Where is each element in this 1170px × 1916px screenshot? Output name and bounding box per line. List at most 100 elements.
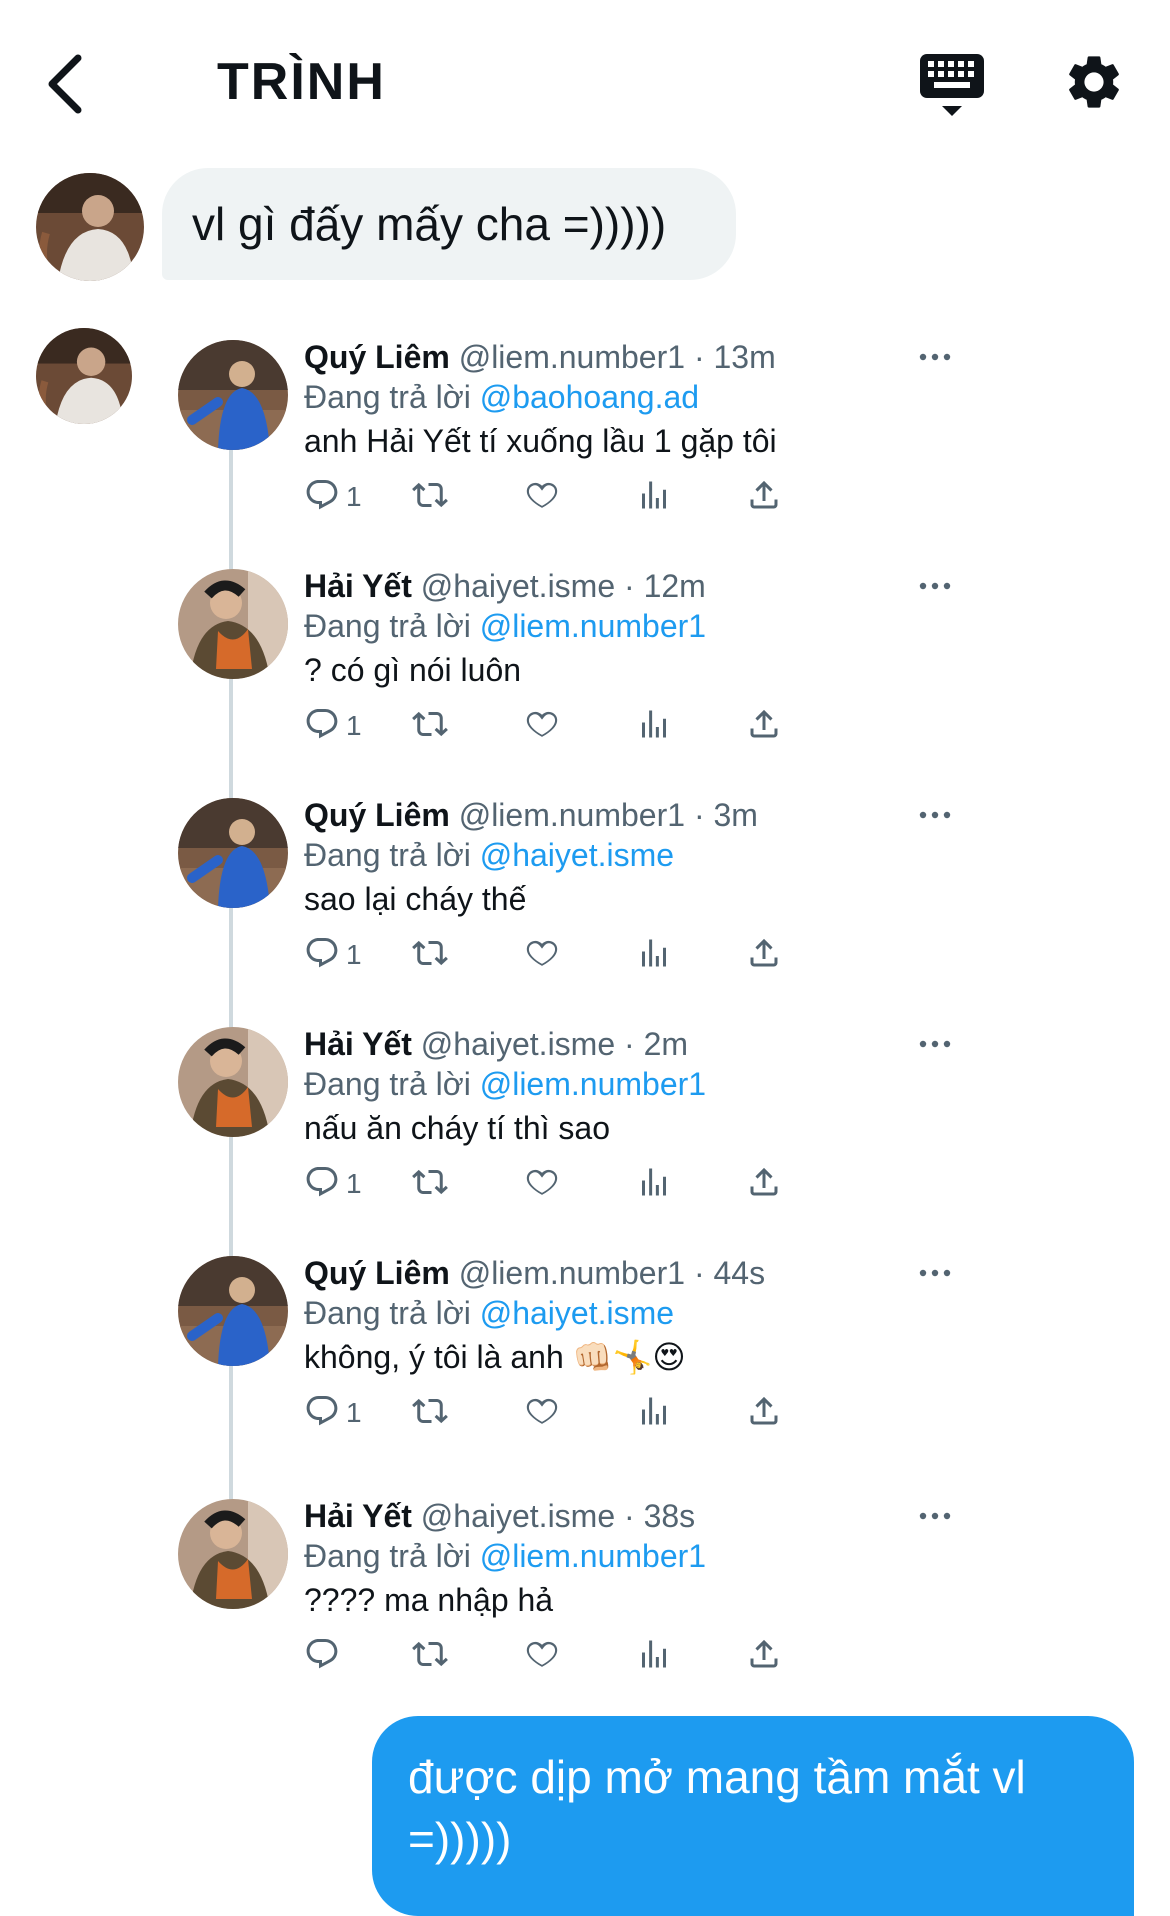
more-options-button[interactable] bbox=[918, 1034, 952, 1054]
sender-avatar[interactable] bbox=[36, 173, 144, 281]
author-name[interactable]: Hải Yết bbox=[304, 568, 412, 604]
settings-button[interactable] bbox=[1062, 50, 1126, 114]
replying-to-mention[interactable]: @haiyet.isme bbox=[480, 837, 674, 873]
share-button[interactable] bbox=[746, 1393, 782, 1433]
back-button[interactable] bbox=[40, 50, 100, 120]
author-handle[interactable]: @liem.number1 bbox=[459, 339, 685, 375]
more-options-button[interactable] bbox=[918, 347, 952, 367]
like-button[interactable] bbox=[524, 1164, 560, 1204]
share-button[interactable] bbox=[746, 477, 782, 517]
separator: · bbox=[615, 1026, 644, 1062]
more-options-button[interactable] bbox=[918, 1506, 952, 1526]
views-button[interactable] bbox=[636, 935, 672, 975]
incoming-message[interactable]: vl gì đấy mấy cha =))))) bbox=[162, 168, 736, 280]
replying-to-mention[interactable]: @liem.number1 bbox=[480, 608, 706, 644]
replying-to-mention[interactable]: @haiyet.isme bbox=[480, 1295, 674, 1331]
reply-button[interactable]: 1 bbox=[304, 935, 362, 975]
retweet-button[interactable] bbox=[412, 706, 448, 746]
retweet-button[interactable] bbox=[412, 477, 448, 517]
tweet[interactable]: Hải Yết @haiyet.isme · 38s Đang trả lời @… bbox=[170, 1496, 970, 1724]
tweet-author-avatar[interactable] bbox=[178, 1027, 288, 1137]
heart-icon bbox=[524, 935, 560, 976]
tweet-author-avatar[interactable] bbox=[178, 569, 288, 679]
replying-to-mention[interactable]: @liem.number1 bbox=[480, 1538, 706, 1574]
author-handle[interactable]: @haiyet.isme bbox=[421, 1026, 615, 1062]
more-options-button[interactable] bbox=[918, 805, 952, 825]
reply-button[interactable]: 1 bbox=[304, 477, 362, 517]
tweet-text: ???? ma nhập hả bbox=[304, 1582, 554, 1618]
replying-to-label: Đang trả lời bbox=[304, 608, 480, 644]
bar-chart-icon bbox=[636, 1636, 672, 1677]
views-button[interactable] bbox=[636, 477, 672, 517]
tweet-time[interactable]: 44s bbox=[713, 1255, 765, 1291]
more-options-button[interactable] bbox=[918, 576, 952, 596]
views-button[interactable] bbox=[636, 706, 672, 746]
like-button[interactable] bbox=[524, 477, 560, 517]
author-name[interactable]: Quý Liêm bbox=[304, 1255, 450, 1291]
author-name[interactable]: Quý Liêm bbox=[304, 797, 450, 833]
tweet-author-avatar[interactable] bbox=[178, 340, 288, 450]
sender-avatar-small[interactable] bbox=[36, 328, 132, 424]
views-button[interactable] bbox=[636, 1636, 672, 1676]
heart-icon bbox=[524, 706, 560, 747]
author-handle[interactable]: @liem.number1 bbox=[459, 1255, 685, 1291]
reply-count: 1 bbox=[346, 939, 362, 970]
share-button[interactable] bbox=[746, 935, 782, 975]
more-options-button[interactable] bbox=[918, 1263, 952, 1283]
author-handle[interactable]: @haiyet.isme bbox=[421, 1498, 615, 1534]
separator: · bbox=[615, 568, 644, 604]
author-name[interactable]: Quý Liêm bbox=[304, 339, 450, 375]
tweet[interactable]: Quý Liêm @liem.number1 · 44s Đang trả lời… bbox=[170, 1253, 970, 1481]
tweet-time[interactable]: 3m bbox=[713, 797, 757, 833]
tweet[interactable]: Hải Yết @haiyet.isme · 12m Đang trả lời @… bbox=[170, 566, 970, 794]
retweet-button[interactable] bbox=[412, 935, 448, 975]
views-button[interactable] bbox=[636, 1164, 672, 1204]
reply-icon bbox=[304, 477, 340, 518]
tweet-actions: 1 bbox=[304, 477, 804, 517]
replying-to-mention[interactable]: @liem.number1 bbox=[480, 1066, 706, 1102]
retweet-button[interactable] bbox=[412, 1393, 448, 1433]
tweet-author-avatar[interactable] bbox=[178, 1499, 288, 1609]
share-button[interactable] bbox=[746, 1636, 782, 1676]
tweet-author-avatar[interactable] bbox=[178, 798, 288, 908]
author-name[interactable]: Hải Yết bbox=[304, 1498, 412, 1534]
author-handle[interactable]: @liem.number1 bbox=[459, 797, 685, 833]
tweet-author-avatar[interactable] bbox=[178, 1256, 288, 1366]
retweet-icon bbox=[412, 1636, 448, 1677]
replying-to-mention[interactable]: @baohoang.ad bbox=[480, 379, 699, 415]
reply-button[interactable]: 1 bbox=[304, 1164, 362, 1204]
tweet[interactable]: Quý Liêm @liem.number1 · 13m Đang trả lời… bbox=[170, 337, 970, 565]
tweet-time[interactable]: 2m bbox=[644, 1026, 688, 1062]
tweet[interactable]: Hải Yết @haiyet.isme · 2m Đang trả lời @l… bbox=[170, 1024, 970, 1252]
tweet[interactable]: Quý Liêm @liem.number1 · 3m Đang trả lời … bbox=[170, 795, 970, 1023]
tweet-time[interactable]: 38s bbox=[644, 1498, 696, 1534]
like-button[interactable] bbox=[524, 1393, 560, 1433]
retweet-button[interactable] bbox=[412, 1636, 448, 1676]
reply-button[interactable]: 1 bbox=[304, 1393, 362, 1433]
tweet-actions: 1 bbox=[304, 1393, 804, 1433]
tweet-text: không, ý tôi là anh 👊🏻🤸😍 bbox=[304, 1339, 686, 1375]
retweet-icon bbox=[412, 1393, 448, 1434]
conversation-title: TRÌNH bbox=[217, 53, 386, 111]
replying-to: Đang trả lời @baohoang.ad bbox=[304, 377, 699, 417]
like-button[interactable] bbox=[524, 706, 560, 746]
share-button[interactable] bbox=[746, 1164, 782, 1204]
author-handle[interactable]: @haiyet.isme bbox=[421, 568, 615, 604]
tweet-text: nấu ăn cháy tí thì sao bbox=[304, 1110, 610, 1146]
author-name[interactable]: Hải Yết bbox=[304, 1026, 412, 1062]
views-button[interactable] bbox=[636, 1393, 672, 1433]
share-button[interactable] bbox=[746, 706, 782, 746]
reply-button[interactable] bbox=[304, 1636, 346, 1676]
tweet-time[interactable]: 12m bbox=[644, 568, 706, 604]
like-button[interactable] bbox=[524, 935, 560, 975]
outgoing-message[interactable]: được dịp mở mang tầm mắt vl =))))) bbox=[372, 1716, 1134, 1916]
avatar-image bbox=[36, 328, 132, 424]
tweet-time[interactable]: 13m bbox=[713, 339, 775, 375]
retweet-button[interactable] bbox=[412, 1164, 448, 1204]
reply-button[interactable]: 1 bbox=[304, 706, 362, 746]
like-button[interactable] bbox=[524, 1636, 560, 1676]
share-icon bbox=[746, 1164, 782, 1205]
keyboard-button[interactable] bbox=[918, 50, 986, 122]
heart-icon bbox=[524, 1636, 560, 1677]
share-icon bbox=[746, 477, 782, 518]
